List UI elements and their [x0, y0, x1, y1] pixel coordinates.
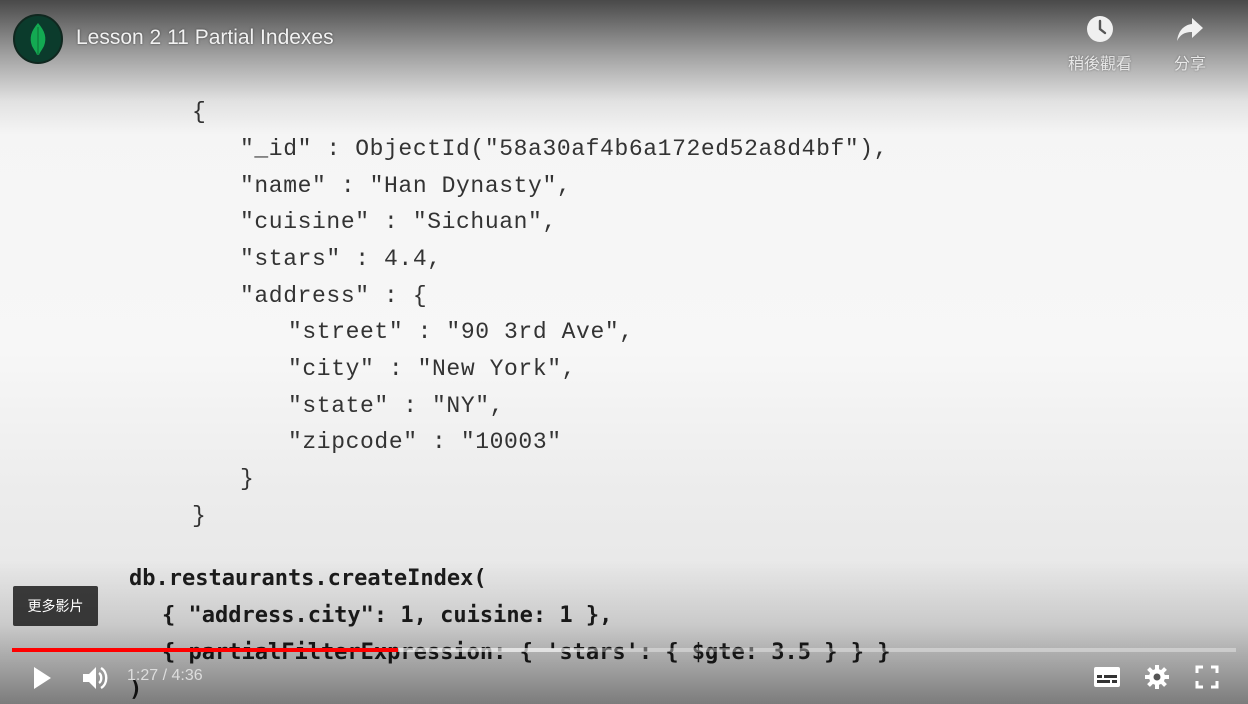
fullscreen-button[interactable]: [1190, 660, 1224, 694]
time-display: 1:27 / 4:36: [127, 667, 203, 685]
command-line: { "address.city": 1, cuisine: 1 },: [162, 603, 613, 628]
play-icon: [34, 667, 51, 689]
code-line: }: [192, 503, 207, 529]
more-videos-button[interactable]: 更多影片: [13, 586, 98, 626]
video-frame: { "_id" : ObjectId("58a30af4b6a172ed52a8…: [0, 0, 1248, 704]
settings-icon: [1145, 665, 1169, 689]
code-line: "state" : "NY",: [288, 393, 505, 419]
settings-button[interactable]: [1140, 660, 1174, 694]
command-line: db.restaurants.createIndex(: [129, 566, 487, 591]
duration: 4:36: [171, 667, 203, 684]
watch-later-button[interactable]: 稍後觀看: [1060, 14, 1140, 74]
current-time: 1:27: [127, 667, 159, 684]
command-line: { partialFilterExpression: { 'stars': { …: [162, 640, 891, 665]
subtitles-icon: [1094, 667, 1120, 687]
code-line: "address" : {: [240, 283, 428, 309]
code-line: "cuisine" : "Sichuan",: [240, 209, 557, 235]
video-title[interactable]: Lesson 2 11 Partial Indexes: [76, 26, 334, 50]
volume-button[interactable]: [76, 660, 114, 696]
progress-bar[interactable]: [12, 648, 1236, 652]
progress-played: [12, 648, 398, 652]
video-player[interactable]: { "_id" : ObjectId("58a30af4b6a172ed52a8…: [0, 0, 1248, 704]
code-line: "city" : "New York",: [288, 356, 577, 382]
channel-avatar[interactable]: [13, 14, 63, 64]
watch-later-label: 稍後觀看: [1067, 54, 1132, 73]
share-label: 分享: [1173, 54, 1206, 73]
mongodb-leaf-icon: [30, 23, 46, 55]
code-line: {: [192, 99, 207, 125]
code-line: "stars" : 4.4,: [240, 246, 442, 272]
share-button[interactable]: 分享: [1150, 14, 1230, 74]
subtitles-button[interactable]: [1090, 660, 1124, 694]
volume-icon: [83, 666, 108, 690]
code-line: "street" : "90 3rd Ave",: [288, 319, 634, 345]
code-line: }: [240, 466, 255, 492]
code-line: "zipcode" : "10003": [288, 429, 562, 455]
share-icon: [1177, 18, 1203, 41]
fullscreen-icon: [1195, 665, 1219, 689]
clock-icon: [1087, 16, 1113, 42]
play-button[interactable]: [24, 660, 60, 696]
code-line: "_id" : ObjectId("58a30af4b6a172ed52a8d4…: [240, 136, 889, 162]
time-separator: /: [158, 667, 172, 684]
code-line: "name" : "Han Dynasty",: [240, 173, 572, 199]
